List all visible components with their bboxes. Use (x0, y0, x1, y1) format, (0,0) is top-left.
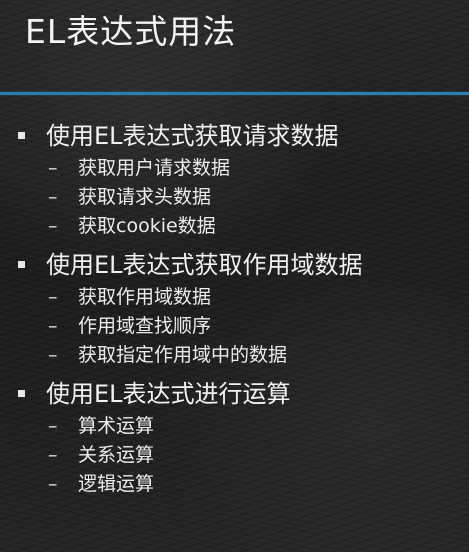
dash-bullet-icon: – (48, 315, 58, 337)
dash-bullet-icon: – (48, 473, 58, 495)
dash-bullet-icon: – (48, 415, 58, 437)
list-item: – 关系运算 (46, 441, 469, 470)
list-item: – 获取作用域数据 (46, 283, 469, 312)
list-item: – 获取请求头数据 (46, 183, 469, 212)
dash-bullet-icon: – (48, 286, 58, 308)
square-bullet-icon (18, 261, 25, 268)
section-heading: 使用EL表达式进行运算 (46, 380, 291, 408)
section-heading: 使用EL表达式获取作用域数据 (46, 251, 363, 279)
section-operations: 使用EL表达式进行运算 – 算术运算 – 关系运算 – 逻辑运算 (0, 376, 469, 499)
dash-bullet-icon: – (48, 215, 58, 237)
section-scope-data: 使用EL表达式获取作用域数据 – 获取作用域数据 – 作用域查找顺序 – 获取指定作用… (0, 247, 469, 370)
list-item: – 逻辑运算 (46, 470, 469, 499)
sub-list: – 获取用户请求数据 – 获取请求头数据 – 获取cookie数据 (46, 154, 469, 241)
list-item: – 获取指定作用域中的数据 (46, 341, 469, 370)
sub-list: – 获取作用域数据 – 作用域查找顺序 – 获取指定作用域中的数据 (46, 283, 469, 370)
section-request-data: 使用EL表达式获取请求数据 – 获取用户请求数据 – 获取请求头数据 – 获取cook… (0, 118, 469, 241)
sub-list: – 算术运算 – 关系运算 – 逻辑运算 (46, 412, 469, 499)
dash-bullet-icon: – (48, 444, 58, 466)
list-item: – 获取cookie数据 (46, 212, 469, 241)
list-item: – 作用域查找顺序 (46, 312, 469, 341)
section-heading: 使用EL表达式获取请求数据 (46, 122, 339, 150)
title-divider (0, 92, 469, 95)
square-bullet-icon (18, 390, 25, 397)
list-item: – 获取用户请求数据 (46, 154, 469, 183)
square-bullet-icon (18, 132, 25, 139)
dash-bullet-icon: – (48, 157, 58, 179)
slide-content: 使用EL表达式获取请求数据 – 获取用户请求数据 – 获取请求头数据 – 获取cook… (0, 118, 469, 505)
dash-bullet-icon: – (48, 186, 58, 208)
slide-title: EL表达式用法 (25, 12, 237, 51)
slide: EL表达式用法 使用EL表达式获取请求数据 – 获取用户请求数据 – 获取请求头数据… (0, 0, 469, 552)
list-item: – 算术运算 (46, 412, 469, 441)
dash-bullet-icon: – (48, 344, 58, 366)
